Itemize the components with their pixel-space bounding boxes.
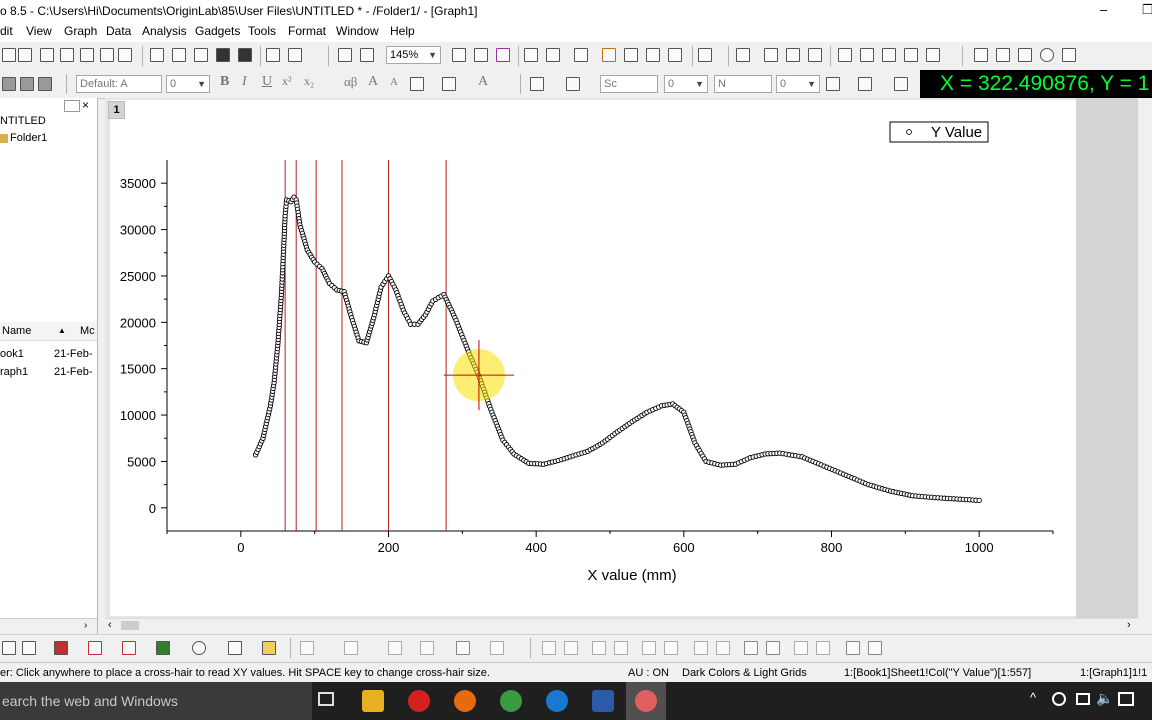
forward-icon[interactable] [420, 641, 434, 655]
back-icon[interactable] [388, 641, 402, 655]
firefox-icon[interactable] [454, 690, 476, 712]
notification-icon[interactable] [1118, 692, 1134, 706]
area-plot-icon[interactable] [156, 641, 170, 655]
select-region-icon[interactable] [846, 641, 860, 655]
line-tool-icon[interactable] [2, 641, 16, 655]
group-icon[interactable] [300, 641, 314, 655]
y-tick-label: 15000 [120, 362, 156, 377]
toolbar-separator [290, 638, 291, 658]
status-theme: Dark Colors & Light Grids [682, 667, 807, 679]
rotate-icon[interactable] [794, 641, 808, 655]
legend-marker [906, 129, 912, 135]
align-top-icon[interactable] [592, 641, 606, 655]
people-icon[interactable] [1052, 692, 1066, 706]
origin-icon [635, 690, 657, 712]
toolbar-separator [530, 638, 531, 658]
template-icon[interactable] [262, 641, 276, 655]
align-vcenter-icon[interactable] [642, 641, 656, 655]
arrange-icon[interactable] [490, 641, 504, 655]
edge-icon[interactable] [546, 690, 568, 712]
flip-icon[interactable] [816, 641, 830, 655]
word-icon[interactable] [592, 690, 614, 712]
y-tick-label: 10000 [120, 408, 156, 423]
taskbar-search[interactable]: earch the web and Windows [0, 682, 312, 720]
layer-manager-icon[interactable] [456, 641, 470, 655]
align-hcenter-icon[interactable] [664, 641, 678, 655]
front-icon[interactable] [344, 641, 358, 655]
y-tick-label: 5000 [127, 454, 156, 469]
stack-plot-icon[interactable] [88, 641, 102, 655]
data-point [976, 497, 982, 504]
error-bar-icon[interactable] [122, 641, 136, 655]
align-bottom-icon[interactable] [614, 641, 628, 655]
status-hint: er: Click anywhere to place a cross-hair… [0, 667, 490, 679]
file-explorer-icon[interactable] [362, 690, 384, 712]
network-icon[interactable] [1076, 693, 1090, 705]
graph-tools-toolbar [0, 634, 1152, 661]
y-tick-label: 30000 [120, 223, 156, 238]
x-axis-label: X value (mm) [587, 567, 676, 584]
y-tick-label: 0 [149, 501, 156, 516]
y-tick-label: 20000 [120, 315, 156, 330]
x-tick-label: 1000 [965, 540, 994, 555]
volume-icon[interactable]: 🔈 [1096, 690, 1113, 707]
chrome-icon[interactable] [500, 690, 522, 712]
group-objects-icon[interactable] [744, 641, 758, 655]
chevron-up-icon[interactable]: ^ [1030, 690, 1036, 705]
polar-plot-icon[interactable] [192, 641, 206, 655]
x-tick-label: 400 [525, 540, 547, 555]
origin-taskbar-button[interactable] [626, 682, 666, 720]
box-plot-icon[interactable] [228, 641, 242, 655]
column-plot-icon[interactable] [54, 641, 68, 655]
opera-icon[interactable] [408, 690, 430, 712]
x-tick-label: 200 [378, 540, 400, 555]
y-tick-label: 25000 [120, 269, 156, 284]
x-tick-label: 800 [821, 540, 843, 555]
x-tick-label: 0 [237, 540, 244, 555]
status-active-layer: 1:[Graph1]1!1 [1080, 667, 1148, 679]
legend-label: Y Value [931, 124, 982, 141]
distribute-icon[interactable] [694, 641, 708, 655]
status-active-column: 1:[Book1]Sheet1!Col("Y Value")[1:557] [844, 667, 1032, 679]
line-symbol-icon[interactable] [22, 641, 36, 655]
align-right-object-icon[interactable] [564, 641, 578, 655]
chart[interactable]: 0 200 400 600 800 100005000100001500020000250… [0, 0, 1152, 720]
ungroup-objects-icon[interactable] [766, 641, 780, 655]
y-tick-label: 35000 [120, 176, 156, 191]
x-tick-label: 600 [673, 540, 695, 555]
mask-icon[interactable] [868, 641, 882, 655]
task-view-icon[interactable] [318, 692, 334, 706]
status-bar: er: Click anywhere to place a cross-hair… [0, 662, 1152, 683]
same-size-icon[interactable] [716, 641, 730, 655]
status-au: AU : ON [628, 667, 669, 679]
align-left-object-icon[interactable] [542, 641, 556, 655]
